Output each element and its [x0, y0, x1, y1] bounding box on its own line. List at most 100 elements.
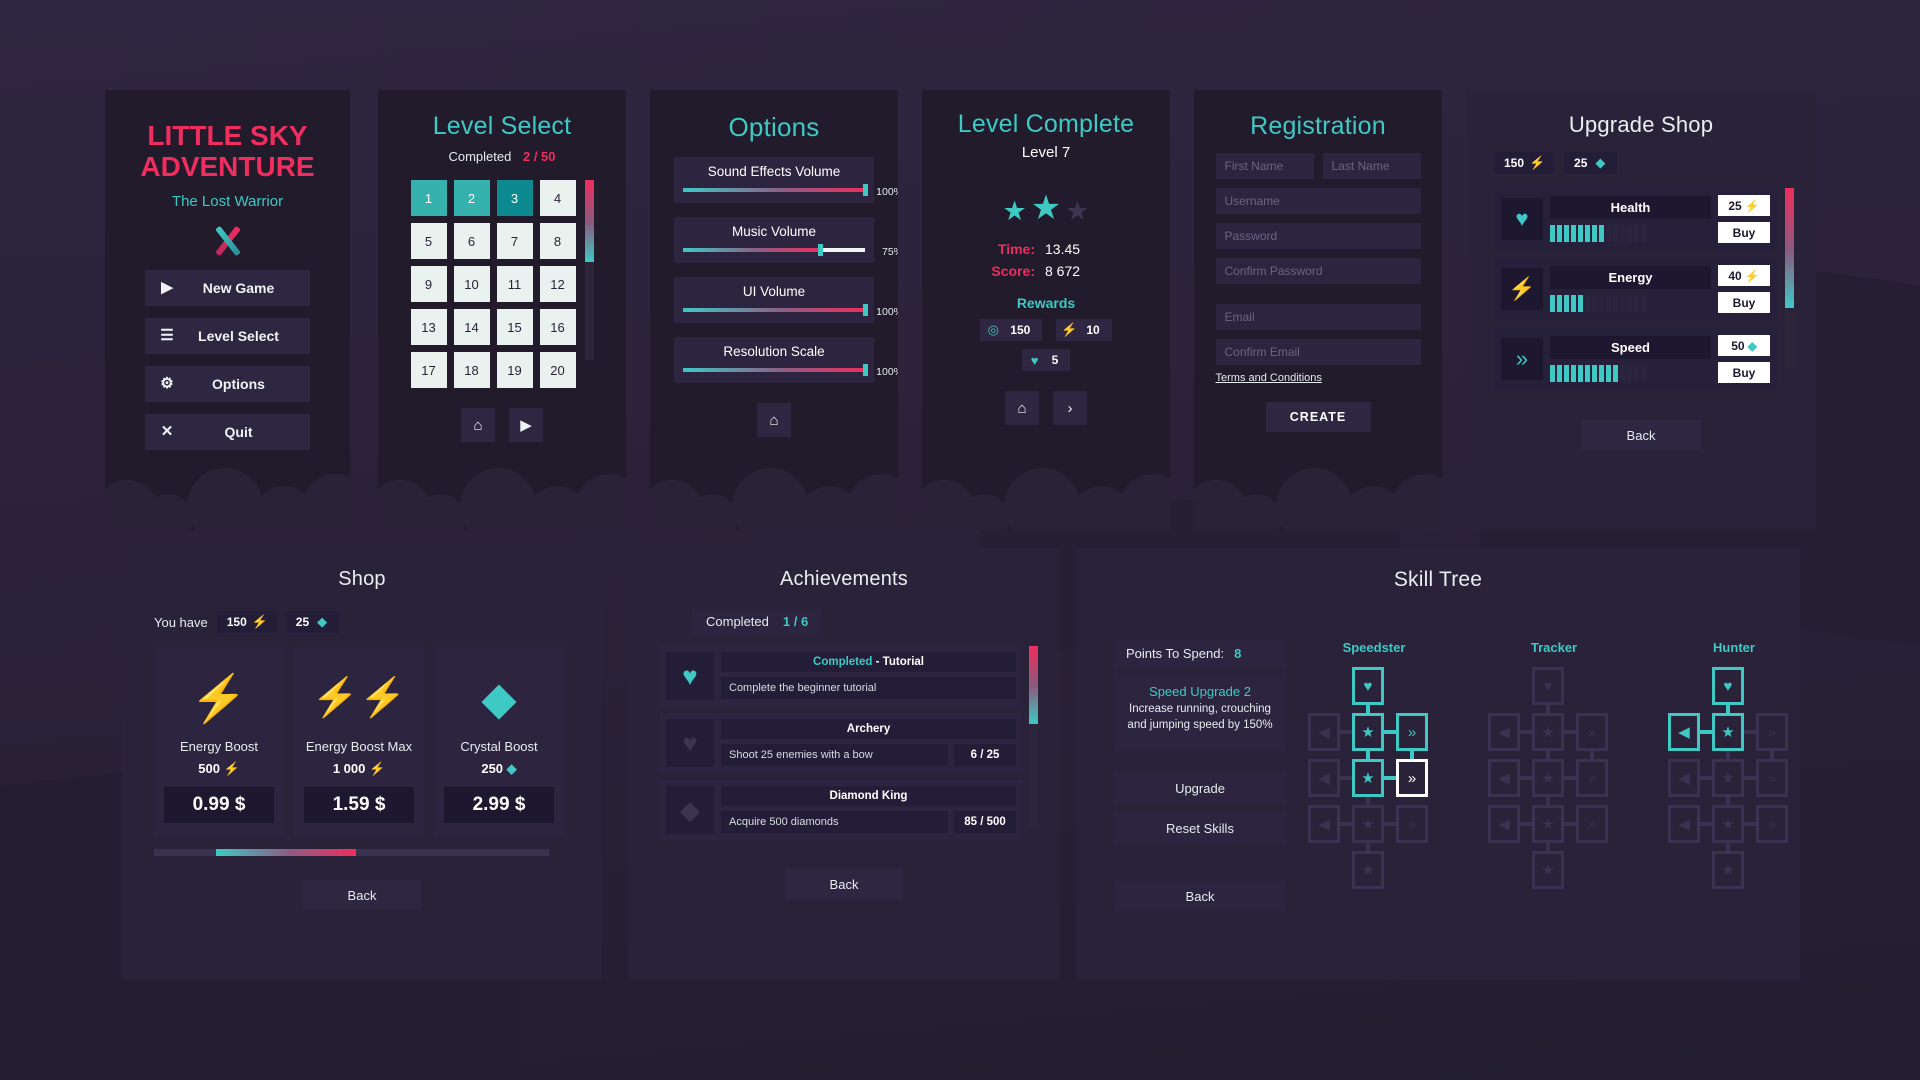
slider-music-volume[interactable]: Music Volume 75%: [674, 217, 898, 263]
scrollbar-thumb[interactable]: [1785, 188, 1794, 308]
level-complete-home-icon[interactable]: ⌂: [1005, 391, 1039, 425]
slider-resolution-scale[interactable]: Resolution Scale 100%: [674, 337, 898, 383]
scrollbar-thumb[interactable]: [1029, 646, 1038, 724]
level-cell[interactable]: 14: [453, 309, 490, 345]
scrollbar-thumb[interactable]: [216, 849, 356, 856]
terms-and-conditions-link[interactable]: Terms and Conditions: [1216, 372, 1421, 384]
slider-knob[interactable]: [863, 304, 868, 316]
skill-node-speed[interactable]: »: [1756, 805, 1788, 843]
buy-button[interactable]: Buy: [1718, 292, 1770, 313]
shop-back-button[interactable]: Back: [303, 880, 421, 910]
create-account-button[interactable]: CREATE: [1265, 402, 1371, 432]
skill-node-left[interactable]: ◀: [1668, 759, 1700, 797]
level-complete-next-icon[interactable]: ›: [1053, 391, 1087, 425]
skill-node-speed[interactable]: »: [1576, 759, 1608, 797]
level-cell[interactable]: 6: [453, 223, 490, 259]
skill-node-star[interactable]: ★: [1352, 713, 1384, 751]
shop-card-price-button[interactable]: 2.99 $: [444, 787, 554, 823]
level-cell[interactable]: 4: [539, 180, 576, 216]
buy-button[interactable]: Buy: [1718, 222, 1770, 243]
level-cell[interactable]: 3: [496, 180, 533, 216]
level-cell[interactable]: 5: [410, 223, 447, 259]
achievements-scrollbar[interactable]: [1029, 646, 1038, 828]
skill-node-speed[interactable]: »: [1396, 713, 1428, 751]
skill-node-left[interactable]: ◀: [1308, 713, 1340, 751]
scrollbar-thumb[interactable]: [584, 180, 594, 262]
confirm-email-field[interactable]: Confirm Email: [1215, 339, 1421, 365]
slider-track[interactable]: [683, 304, 868, 316]
skill-node-star[interactable]: ★: [1352, 759, 1384, 797]
skill-node-left[interactable]: ◀: [1488, 805, 1520, 843]
slider-knob[interactable]: [863, 364, 868, 376]
level-cell[interactable]: 13: [410, 309, 447, 345]
shop-card-price-button[interactable]: 0.99 $: [164, 787, 274, 823]
skill-node-heart[interactable]: ♥: [1712, 667, 1744, 705]
skill-node-left[interactable]: ◀: [1668, 713, 1700, 751]
upgrade-scrollbar[interactable]: [1785, 188, 1794, 368]
confirm-password-field[interactable]: Confirm Password: [1215, 258, 1421, 284]
level-scrollbar[interactable]: [584, 180, 594, 360]
level-cell[interactable]: 2: [453, 180, 490, 216]
skill-node-star[interactable]: ★: [1712, 851, 1744, 889]
skill-node-star[interactable]: ★: [1532, 713, 1564, 751]
level-cell[interactable]: 18: [453, 352, 490, 388]
shop-card-price-button[interactable]: 1.59 $: [304, 787, 414, 823]
upgrade-skill-button[interactable]: Upgrade: [1114, 773, 1286, 804]
skill-node-speed[interactable]: »: [1576, 805, 1608, 843]
skill-node-left[interactable]: ◀: [1668, 805, 1700, 843]
level-select-play-icon[interactable]: ▶: [509, 408, 543, 442]
buy-button[interactable]: Buy: [1718, 362, 1770, 383]
skill-node-left[interactable]: ◀: [1308, 759, 1340, 797]
slider-knob[interactable]: [817, 244, 823, 256]
level-cell[interactable]: 12: [539, 266, 576, 302]
achievements-back-button[interactable]: Back: [785, 869, 903, 899]
skill-node-left[interactable]: ◀: [1488, 713, 1520, 751]
email-field[interactable]: Email: [1215, 304, 1421, 330]
first-name-field[interactable]: First Name: [1215, 153, 1314, 179]
shop-card[interactable]: ◆ Crystal Boost 250 ◆ 2.99 $: [434, 647, 564, 835]
level-cell[interactable]: 11: [496, 266, 533, 302]
level-cell[interactable]: 20: [539, 352, 576, 388]
level-cell[interactable]: 19: [496, 352, 533, 388]
password-field[interactable]: Password: [1215, 223, 1421, 249]
level-cell[interactable]: 7: [496, 223, 533, 259]
skill-node-star[interactable]: ★: [1352, 805, 1384, 843]
skill-node-star[interactable]: ★: [1712, 759, 1744, 797]
level-cell[interactable]: 1: [410, 180, 447, 216]
skill-node-left[interactable]: ◀: [1488, 759, 1520, 797]
level-select-home-icon[interactable]: ⌂: [461, 408, 495, 442]
username-field[interactable]: Username: [1215, 188, 1421, 214]
menu-button-quit[interactable]: ✕ Quit: [145, 413, 310, 450]
skill-node-speed[interactable]: »: [1756, 713, 1788, 751]
slider-knob[interactable]: [863, 184, 868, 196]
upgrade-back-button[interactable]: Back: [1581, 420, 1701, 450]
skill-node-star[interactable]: ★: [1532, 759, 1564, 797]
skill-tree-back-button[interactable]: Back: [1114, 881, 1286, 912]
skill-node-star[interactable]: ★: [1532, 805, 1564, 843]
slider-sound-effects-volume[interactable]: Sound Effects Volume 100%: [674, 157, 898, 203]
level-cell[interactable]: 17: [410, 352, 447, 388]
skill-node-left[interactable]: ◀: [1308, 805, 1340, 843]
menu-button-options[interactable]: ⚙ Options: [145, 365, 310, 402]
slider-track[interactable]: [683, 184, 868, 196]
skill-node-star[interactable]: ★: [1352, 851, 1384, 889]
level-cell[interactable]: 16: [539, 309, 576, 345]
level-cell[interactable]: 15: [496, 309, 533, 345]
shop-card[interactable]: ⚡ Energy Boost 500 ⚡ 0.99 $: [154, 647, 284, 835]
level-cell[interactable]: 9: [410, 266, 447, 302]
slider-ui-volume[interactable]: UI Volume 100%: [674, 277, 898, 323]
skill-node-star[interactable]: ★: [1712, 805, 1744, 843]
skill-node-speed[interactable]: »: [1576, 713, 1608, 751]
skill-node-speed[interactable]: »: [1396, 759, 1428, 797]
slider-track[interactable]: [683, 364, 868, 376]
menu-button-level-select[interactable]: ☰ Level Select: [145, 317, 310, 354]
shop-card[interactable]: ⚡⚡ Energy Boost Max 1 000 ⚡ 1.59 $: [294, 647, 424, 835]
shop-horizontal-scrollbar[interactable]: [154, 849, 549, 856]
skill-node-star[interactable]: ★: [1712, 713, 1744, 751]
skill-node-heart[interactable]: ♥: [1532, 667, 1564, 705]
skill-node-speed[interactable]: »: [1396, 805, 1428, 843]
level-cell[interactable]: 8: [539, 223, 576, 259]
skill-node-star[interactable]: ★: [1532, 851, 1564, 889]
last-name-field[interactable]: Last Name: [1322, 153, 1421, 179]
skill-node-heart[interactable]: ♥: [1352, 667, 1384, 705]
